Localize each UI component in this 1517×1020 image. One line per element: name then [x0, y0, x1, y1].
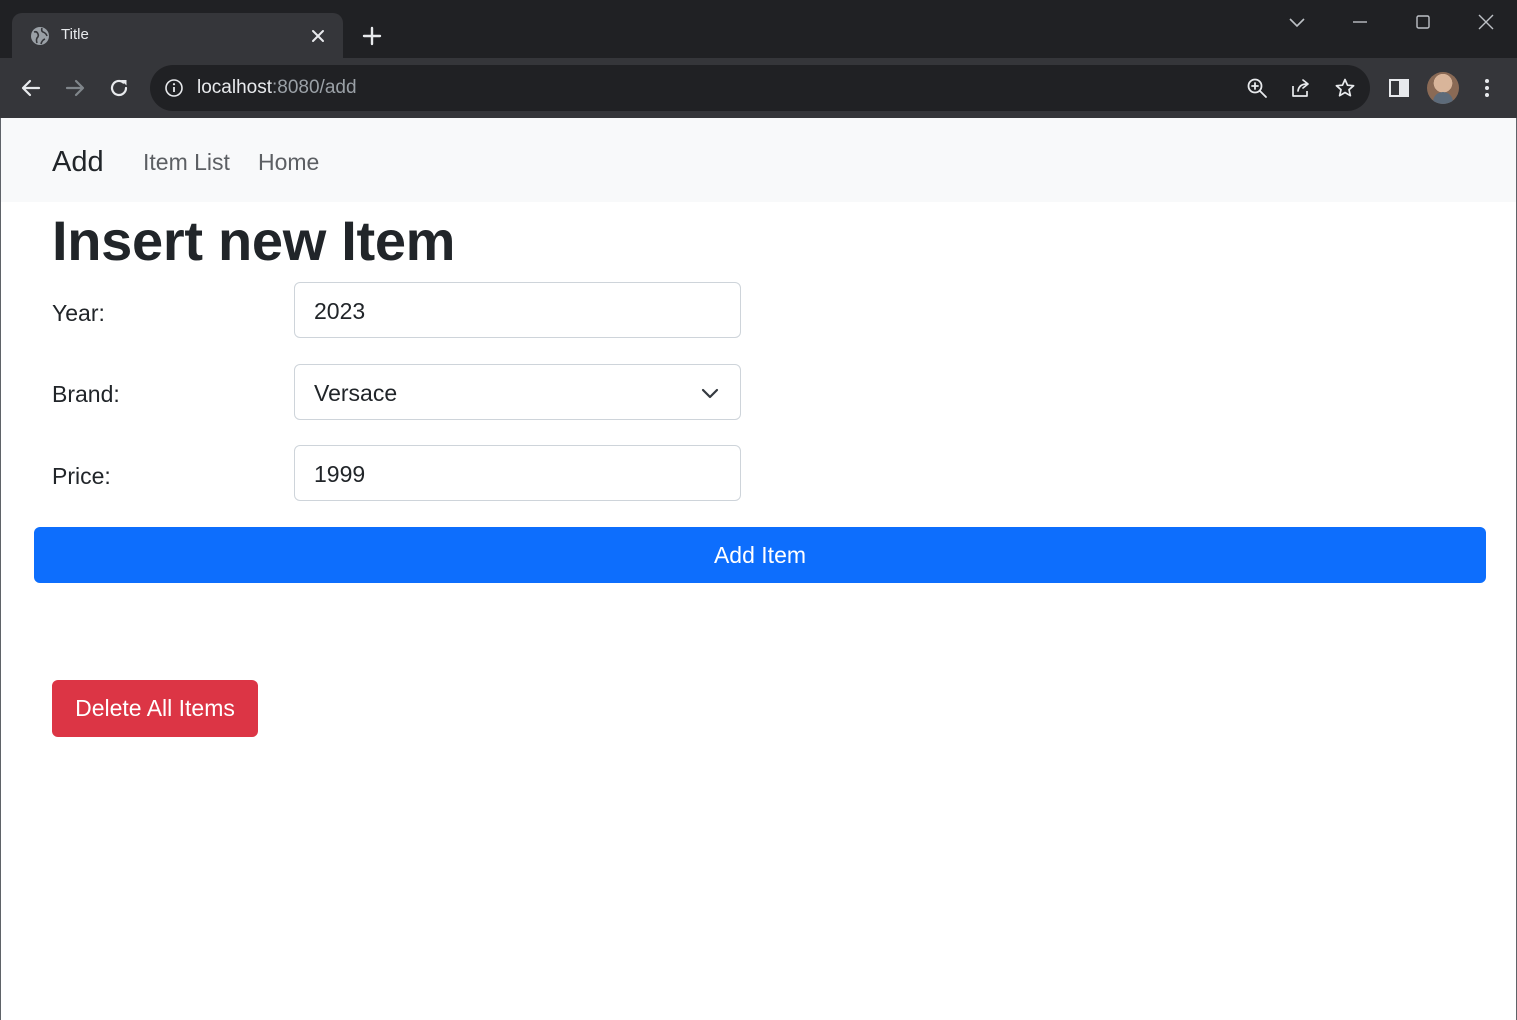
more-menu-icon[interactable] — [1475, 76, 1499, 100]
year-input[interactable]: 2023 — [294, 282, 741, 338]
zoom-icon[interactable] — [1246, 77, 1268, 99]
url-host: localhost — [197, 77, 272, 98]
price-value: 1999 — [314, 461, 366, 487]
delete-all-items-button[interactable]: Delete All Items — [52, 680, 258, 737]
chevron-down-icon — [701, 388, 719, 399]
reload-icon[interactable] — [107, 76, 131, 100]
browser-toolbar: localhost:8080/add — [0, 58, 1517, 118]
side-panel-icon[interactable] — [1387, 76, 1411, 100]
browser-tab[interactable]: Title — [12, 13, 343, 58]
tab-search-button[interactable] — [1282, 8, 1312, 36]
brand-select[interactable]: Versace — [294, 364, 741, 420]
year-label: Year: — [52, 300, 105, 326]
minimize-icon — [1353, 21, 1367, 23]
nav-link-home[interactable]: Home — [258, 148, 319, 176]
chevron-down-icon — [1289, 18, 1305, 28]
profile-avatar[interactable] — [1427, 72, 1459, 104]
new-tab-icon[interactable] — [360, 24, 384, 48]
tab-title: Title — [61, 26, 89, 43]
address-bar[interactable]: localhost:8080/add — [150, 65, 1370, 111]
maximize-icon — [1416, 15, 1430, 29]
close-tab-icon[interactable] — [308, 26, 328, 46]
brand-selected-value: Versace — [314, 380, 398, 406]
minimize-button[interactable] — [1345, 8, 1375, 36]
browser-tab-strip: Title — [0, 0, 1517, 58]
bookmark-star-icon[interactable] — [1334, 77, 1356, 99]
url-text: localhost:8080/add — [197, 77, 357, 99]
maximize-button[interactable] — [1408, 8, 1438, 36]
globe-icon — [31, 27, 49, 45]
info-icon[interactable] — [164, 78, 184, 98]
close-window-button[interactable] — [1471, 8, 1501, 36]
price-input[interactable]: 1999 — [294, 445, 741, 501]
share-icon[interactable] — [1290, 77, 1312, 99]
brand-label: Brand: — [52, 381, 120, 407]
close-icon — [1478, 14, 1494, 30]
add-item-button[interactable]: Add Item — [34, 527, 1486, 583]
page-content: Add Item List Home Insert new Item Year:… — [0, 118, 1517, 1020]
url-path: :8080/add — [272, 77, 357, 98]
year-value: 2023 — [314, 298, 366, 324]
navbar-brand[interactable]: Add — [52, 145, 104, 179]
page-title: Insert new Item — [52, 209, 456, 272]
navbar: Add Item List Home — [1, 118, 1516, 202]
back-arrow-icon[interactable] — [19, 76, 43, 100]
forward-arrow-icon[interactable] — [63, 76, 87, 100]
nav-link-item-list[interactable]: Item List — [143, 148, 230, 176]
price-label: Price: — [52, 463, 111, 489]
